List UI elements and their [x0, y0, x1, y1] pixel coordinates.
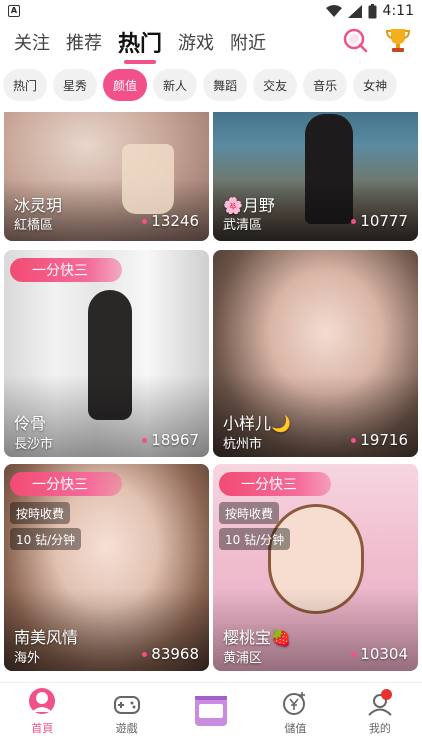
- streamer-name: 🌸月野: [223, 196, 275, 215]
- signal-icon: [347, 4, 362, 18]
- tab-nearby[interactable]: 附近: [230, 29, 266, 55]
- lottery-ribbon: 一分快三: [10, 258, 122, 282]
- live-room-grid: 冰灵玥 紅橋區 13246 🌸月野 武清區 10777 一分快三 伶骨 長沙市 …: [0, 112, 422, 678]
- streamer-name: 樱桃宝🍓: [223, 628, 291, 647]
- chip-music[interactable]: 音乐: [303, 69, 348, 101]
- streamer-name: 伶骨: [14, 414, 47, 433]
- nav-home-label: 首頁: [31, 722, 54, 735]
- clock-time: 4:11: [382, 3, 414, 19]
- nav-profile-label: 我的: [368, 722, 391, 735]
- streamer-name: 南美风情: [14, 628, 79, 647]
- streamer-city: 武清區: [223, 218, 263, 233]
- chip-star-show[interactable]: 星秀: [53, 69, 98, 101]
- promo-box-icon: [195, 696, 228, 726]
- chip-friends[interactable]: 交友: [253, 69, 298, 101]
- app-screen: A 4:11 关注 推荐 热门 游戏 附近 热门 星秀 颜值 新人 舞蹈 交友 …: [0, 0, 422, 748]
- wifi-icon: [325, 4, 342, 17]
- streamer-name: 小样儿🌙: [223, 414, 291, 433]
- yen-coin-icon: [283, 692, 306, 715]
- trophy-icon[interactable]: [384, 26, 412, 54]
- billing-tag: 按時收費: [219, 502, 280, 524]
- chip-newcomer[interactable]: 新人: [153, 69, 198, 101]
- viewer-count: 18967: [142, 431, 199, 449]
- bottom-nav-bar: 首頁 遊戲 儲值 我的: [0, 682, 422, 748]
- streamer-city: 紅橋區: [14, 218, 54, 233]
- tab-hot[interactable]: 热门: [118, 26, 162, 64]
- category-chip-bar: 热门 星秀 颜值 新人 舞蹈 交友 音乐 女神: [3, 69, 422, 103]
- viewer-count: 19716: [351, 431, 408, 449]
- tab-follow[interactable]: 关注: [14, 29, 50, 55]
- notification-app-icon: A: [8, 5, 20, 17]
- live-room-card[interactable]: 🌸月野 武清區 10777: [213, 112, 418, 241]
- live-room-card[interactable]: 冰灵玥 紅橋區 13246: [4, 112, 209, 241]
- status-bar: A 4:11: [0, 0, 422, 22]
- streamer-city: 長沙市: [14, 437, 54, 452]
- streamer-city: 黄浦区: [223, 651, 263, 666]
- chip-goddess[interactable]: 女神: [353, 69, 398, 101]
- nav-profile[interactable]: 我的: [338, 683, 422, 748]
- tab-recommend[interactable]: 推荐: [66, 29, 102, 55]
- live-room-card[interactable]: 小样儿🌙 杭州市 19716: [213, 250, 418, 457]
- live-room-card[interactable]: 一分快三 伶骨 長沙市 18967: [4, 250, 209, 457]
- notification-dot: [381, 689, 393, 700]
- top-tab-bar: 关注 推荐 热门 游戏 附近: [0, 22, 422, 64]
- viewer-count: 83968: [142, 645, 199, 663]
- gamepad-icon: [113, 696, 140, 714]
- price-tag: 10 钻/分钟: [219, 528, 291, 550]
- battery-icon: [368, 3, 377, 18]
- streamer-city: 海外: [14, 651, 41, 666]
- nav-games[interactable]: 遊戲: [84, 683, 168, 748]
- viewer-count: 13246: [142, 212, 199, 230]
- tab-games[interactable]: 游戏: [178, 29, 214, 55]
- chip-dance[interactable]: 舞蹈: [203, 69, 248, 101]
- live-room-card[interactable]: 一分快三 按時收費 10 钻/分钟 南美风情 海外 83968: [4, 464, 209, 671]
- chip-hot[interactable]: 热门: [3, 69, 48, 101]
- chip-looks[interactable]: 颜值: [103, 69, 148, 101]
- streamer-city: 杭州市: [223, 437, 263, 452]
- nav-center-promo[interactable]: [169, 683, 253, 748]
- streamer-name: 冰灵玥: [14, 196, 63, 215]
- home-avatar-icon: [29, 688, 56, 714]
- bubble-tea-cup: [122, 144, 174, 214]
- price-tag: 10 钻/分钟: [10, 528, 82, 550]
- search-icon[interactable]: [342, 27, 368, 53]
- nav-recharge[interactable]: 儲值: [253, 683, 337, 748]
- lottery-ribbon: 一分快三: [219, 472, 331, 496]
- viewer-count: 10777: [351, 212, 408, 230]
- viewer-count: 10304: [351, 645, 408, 663]
- lottery-ribbon: 一分快三: [10, 472, 122, 496]
- nav-recharge-label: 儲值: [284, 722, 307, 735]
- nav-home[interactable]: 首頁: [0, 683, 84, 748]
- nav-games-label: 遊戲: [115, 722, 138, 735]
- billing-tag: 按時收費: [10, 502, 71, 524]
- live-room-card[interactable]: 一分快三 按時收費 10 钻/分钟 樱桃宝🍓 黄浦区 10304: [213, 464, 418, 671]
